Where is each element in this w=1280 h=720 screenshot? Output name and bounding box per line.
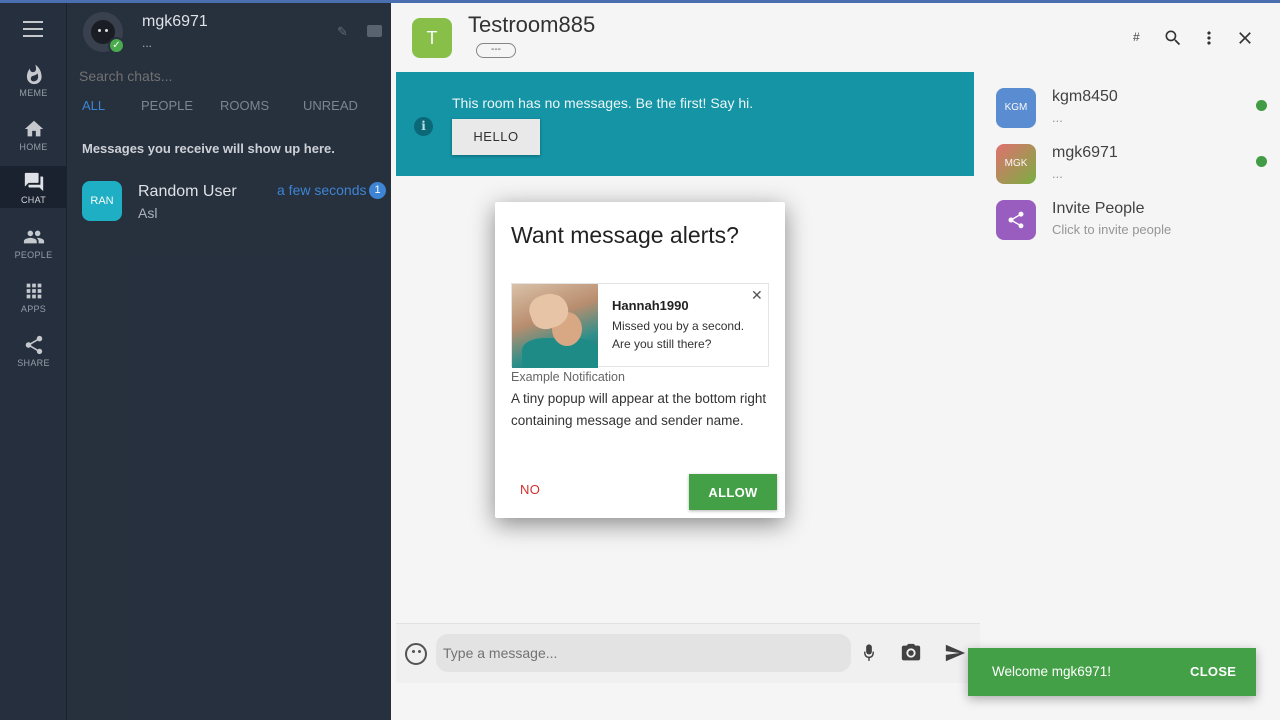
welcome-snackbar: Welcome mgk6971! CLOSE <box>968 648 1256 696</box>
notification-permission-dialog: Want message alerts? Hannah1990 Missed y… <box>495 202 785 518</box>
dialog-title: Want message alerts? <box>511 222 739 248</box>
notification-sender: Hannah1990 <box>612 298 689 313</box>
allow-button[interactable]: ALLOW <box>689 474 777 510</box>
snackbar-text: Welcome mgk6971! <box>992 664 1112 679</box>
example-notification: Hannah1990 Missed you by a second. Are y… <box>511 283 769 368</box>
example-label: Example Notification <box>511 370 625 384</box>
notification-photo <box>512 284 598 368</box>
dialog-description: A tiny popup will appear at the bottom r… <box>511 391 767 428</box>
top-accent-line <box>0 0 1280 3</box>
notification-message: Missed you by a second. Are you still th… <box>612 319 745 351</box>
snackbar-close-button[interactable]: CLOSE <box>1190 664 1236 679</box>
close-icon[interactable]: ✕ <box>751 287 763 304</box>
no-button[interactable]: NO <box>520 482 540 497</box>
